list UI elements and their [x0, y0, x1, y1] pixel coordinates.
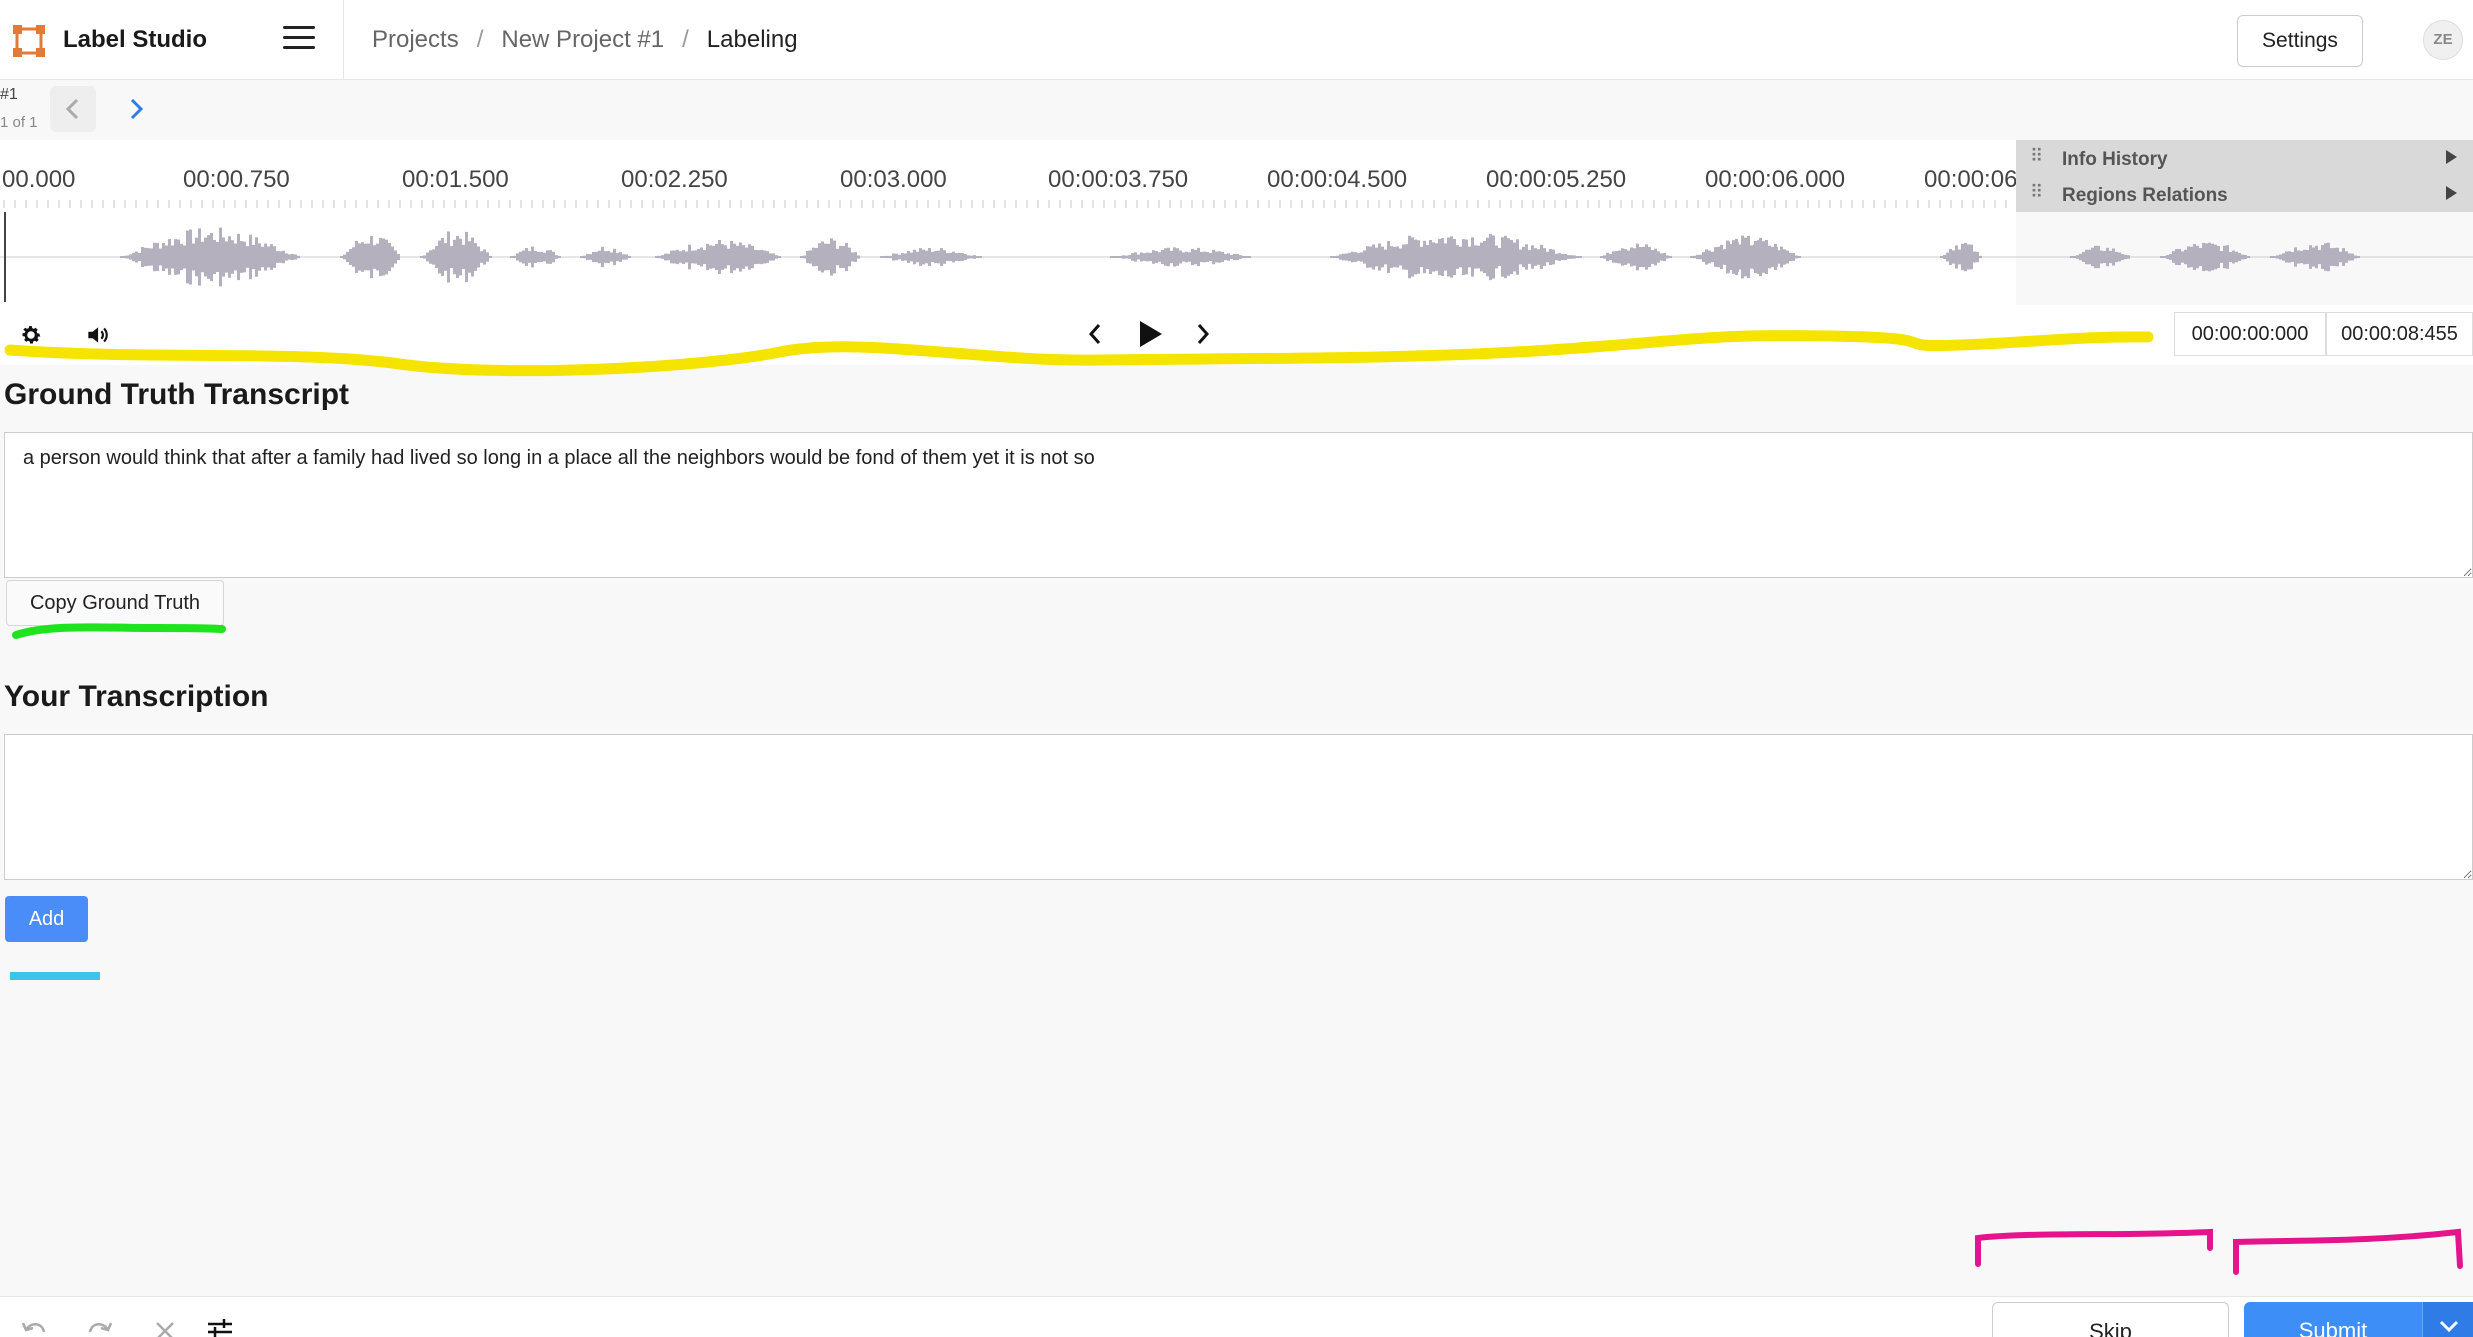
submit-button[interactable]: Submit	[2244, 1302, 2422, 1337]
breadcrumb-separator: /	[682, 26, 689, 53]
undo-icon[interactable]	[20, 1318, 48, 1337]
timeline-label: 00:01.500	[402, 166, 509, 193]
timeline-label: 00.000	[2, 166, 76, 193]
user-avatar[interactable]: ZE	[2423, 20, 2463, 60]
timeline-label: 00:00.750	[183, 166, 290, 193]
label-studio-logo-icon[interactable]	[12, 24, 46, 58]
timeline-ruler: 00.000 00:00.750 00:01.500 00:02.250 00:…	[0, 166, 2016, 196]
breadcrumb-projects[interactable]: Projects	[372, 26, 459, 54]
redo-icon[interactable]	[86, 1318, 114, 1337]
panel-label: Regions Relations	[2062, 185, 2228, 206]
magenta-annotation-scribble	[1975, 1228, 2213, 1267]
breadcrumb-project[interactable]: New Project #1	[501, 26, 664, 54]
copy-ground-truth-button[interactable]: Copy Ground Truth	[6, 580, 224, 626]
settings-icon[interactable]	[18, 322, 44, 348]
task-id: #1	[0, 86, 18, 103]
timeline-label: 00:00:04.500	[1267, 166, 1408, 193]
ground-truth-heading: Ground Truth Transcript	[4, 378, 350, 411]
duration-display: 00:00:08:455	[2326, 312, 2473, 356]
timeline-label: 00:00:06.000	[1705, 166, 1846, 193]
breadcrumb: Projects / New Project #1 / Labeling	[372, 26, 798, 54]
settings-button[interactable]: Settings	[2237, 15, 2363, 67]
magenta-annotation-scribble	[2233, 1228, 2463, 1275]
seek-forward-icon[interactable]	[1192, 320, 1214, 348]
next-task-button[interactable]	[113, 86, 159, 132]
app-title: Label Studio	[63, 26, 207, 53]
volume-icon[interactable]	[84, 322, 110, 348]
previous-task-button[interactable]	[50, 86, 96, 132]
info-history-panel[interactable]: ⠿ Info History	[2016, 140, 2473, 176]
chevron-right-icon	[130, 98, 144, 120]
transcription-textarea[interactable]	[4, 734, 2473, 880]
panel-label: Info History	[2062, 149, 2168, 170]
current-time-display: 00:00:00:000	[2174, 312, 2326, 356]
timeline-label: 00:00:06	[1924, 166, 2016, 193]
submit-dropdown-button[interactable]	[2422, 1302, 2473, 1337]
add-button[interactable]: Add	[5, 896, 88, 942]
timeline-label: 00:00:05.250	[1486, 166, 1627, 193]
header-divider	[343, 0, 344, 80]
side-panels: ⠿ Info History ⠿ Regions Relations	[2016, 140, 2473, 212]
task-count: 1 of 1	[0, 114, 38, 131]
ground-truth-textarea[interactable]: a person would think that after a family…	[4, 432, 2473, 578]
timeline-label: 00:02.250	[621, 166, 728, 193]
regions-relations-panel[interactable]: ⠿ Regions Relations	[2016, 176, 2473, 212]
hamburger-menu-icon[interactable]	[283, 26, 315, 52]
breadcrumb-separator: /	[476, 26, 484, 53]
play-icon[interactable]	[1136, 318, 1164, 350]
timeline-label: 00:00:03.750	[1048, 166, 1189, 193]
your-transcription-heading: Your Transcription	[4, 680, 269, 713]
reset-icon[interactable]	[154, 1320, 176, 1337]
timeline-ticks	[3, 200, 2007, 208]
audio-waveform[interactable]	[0, 212, 2473, 302]
chevron-left-icon	[65, 98, 79, 120]
seek-back-icon[interactable]	[1084, 320, 1106, 348]
expand-arrow-icon[interactable]	[2446, 150, 2457, 164]
skip-button[interactable]: Skip	[1992, 1302, 2229, 1337]
drag-handle-icon[interactable]: ⠿	[2030, 146, 2043, 167]
timeline-label: 00:03.000	[840, 166, 947, 193]
chevron-down-icon	[2439, 1320, 2459, 1333]
drag-handle-icon[interactable]: ⠿	[2030, 182, 2043, 203]
settings-sliders-icon[interactable]	[206, 1318, 234, 1337]
expand-arrow-icon[interactable]	[2446, 186, 2457, 200]
top-header: Label Studio Projects / New Project #1 /…	[0, 0, 2473, 80]
cyan-annotation-scribble	[10, 972, 100, 980]
breadcrumb-labeling: Labeling	[706, 26, 798, 53]
audio-controls	[0, 305, 2473, 365]
